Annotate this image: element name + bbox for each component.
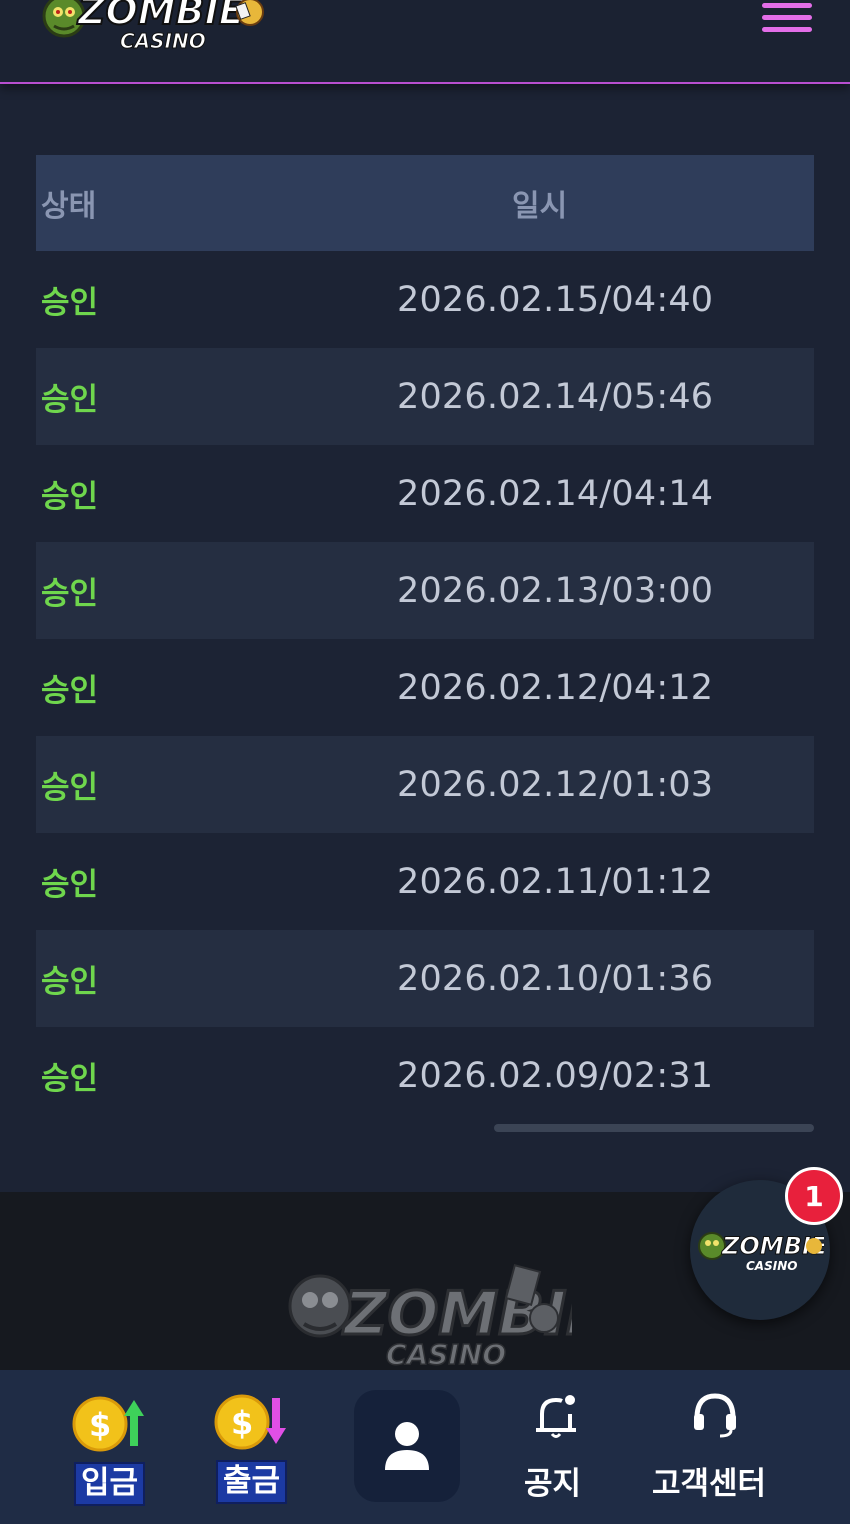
bell-icon [536, 1395, 576, 1438]
date-cell: 2026.02.09/02:31 [397, 1055, 714, 1096]
history-table: 상태 일시 승인 2026.02.15/04:40 승인 2026.02.14/… [36, 155, 814, 1124]
status-cell: 승인 [41, 382, 99, 418]
date-cell: 2026.02.14/04:14 [397, 473, 714, 514]
table-row: 승인 2026.02.12/04:12 [36, 639, 814, 736]
status-cell: 승인 [41, 1061, 99, 1097]
withdraw-label: 출금 [216, 1460, 288, 1504]
nav-withdraw[interactable]: $ 출금 [212, 1370, 292, 1524]
status-cell: 승인 [41, 479, 99, 515]
table-row: 승인 2026.02.11/01:12 [36, 833, 814, 930]
menu-icon[interactable] [762, 0, 812, 32]
date-cell: 2026.02.11/01:12 [397, 861, 714, 902]
table-row: 승인 2026.02.12/01:03 [36, 736, 814, 833]
status-cell: 승인 [41, 770, 99, 806]
date-cell: 2026.02.15/04:40 [397, 279, 714, 320]
support-label: 고객센터 [652, 1466, 767, 1502]
date-cell: 2026.02.12/01:03 [397, 764, 714, 805]
date-cell: 2026.02.13/03:00 [397, 570, 714, 611]
status-cell: 승인 [41, 867, 99, 903]
date-cell: 2026.02.10/01:36 [397, 958, 714, 999]
svg-text:CASINO: CASINO [386, 1338, 506, 1368]
notice-label: 공지 [524, 1466, 582, 1502]
table-row: 승인 2026.02.13/03:00 [36, 542, 814, 639]
header-date: 일시 [512, 189, 568, 224]
svg-text:$: $ [89, 1406, 111, 1444]
top-header: ZOMBIE CASINO [0, 0, 850, 84]
status-cell: 승인 [41, 576, 99, 612]
my-page-button[interactable] [354, 1390, 460, 1502]
table-row: 승인 2026.02.14/05:46 [36, 348, 814, 445]
svg-text:CASINO: CASINO [746, 1259, 797, 1273]
user-icon [385, 1422, 429, 1470]
svg-text:$: $ [231, 1404, 253, 1442]
nav-deposit[interactable]: $ 입금 [70, 1370, 150, 1524]
table-row: 승인 2026.02.15/04:40 [36, 251, 814, 348]
deposit-label: 입금 [74, 1462, 146, 1506]
floating-casino-button[interactable]: ZOMBIE CASINO 1 [690, 1167, 843, 1320]
bottom-navigation: $ 입금 $ 출금 공지 고객센터 [0, 1370, 850, 1524]
horizontal-scrollbar[interactable] [494, 1124, 814, 1132]
footer-logo: ZOMBIE CASINO [288, 1263, 572, 1368]
date-cell: 2026.02.12/04:12 [397, 667, 714, 708]
status-cell: 승인 [41, 964, 99, 1000]
coin-up-icon: $ [72, 1396, 144, 1452]
svg-text:CASINO: CASINO [120, 29, 206, 53]
coin-down-icon: $ [214, 1394, 286, 1450]
nav-support[interactable]: 고객센터 [650, 1370, 780, 1524]
headset-icon [694, 1393, 736, 1438]
table-row: 승인 2026.02.09/02:31 [36, 1027, 814, 1124]
table-row: 승인 2026.02.14/04:14 [36, 445, 814, 542]
notification-badge: 1 [785, 1167, 843, 1225]
status-cell: 승인 [41, 673, 99, 709]
date-cell: 2026.02.14/05:46 [397, 376, 714, 417]
zombie-casino-logo: ZOMBIE CASINO [698, 1232, 824, 1273]
header-status: 상태 [41, 189, 97, 224]
nav-notice[interactable]: 공지 [520, 1370, 590, 1524]
zombie-casino-logo[interactable]: ZOMBIE CASINO [38, 0, 268, 58]
table-header: 상태 일시 [36, 155, 814, 251]
status-cell: 승인 [41, 285, 99, 321]
table-row: 승인 2026.02.10/01:36 [36, 930, 814, 1027]
